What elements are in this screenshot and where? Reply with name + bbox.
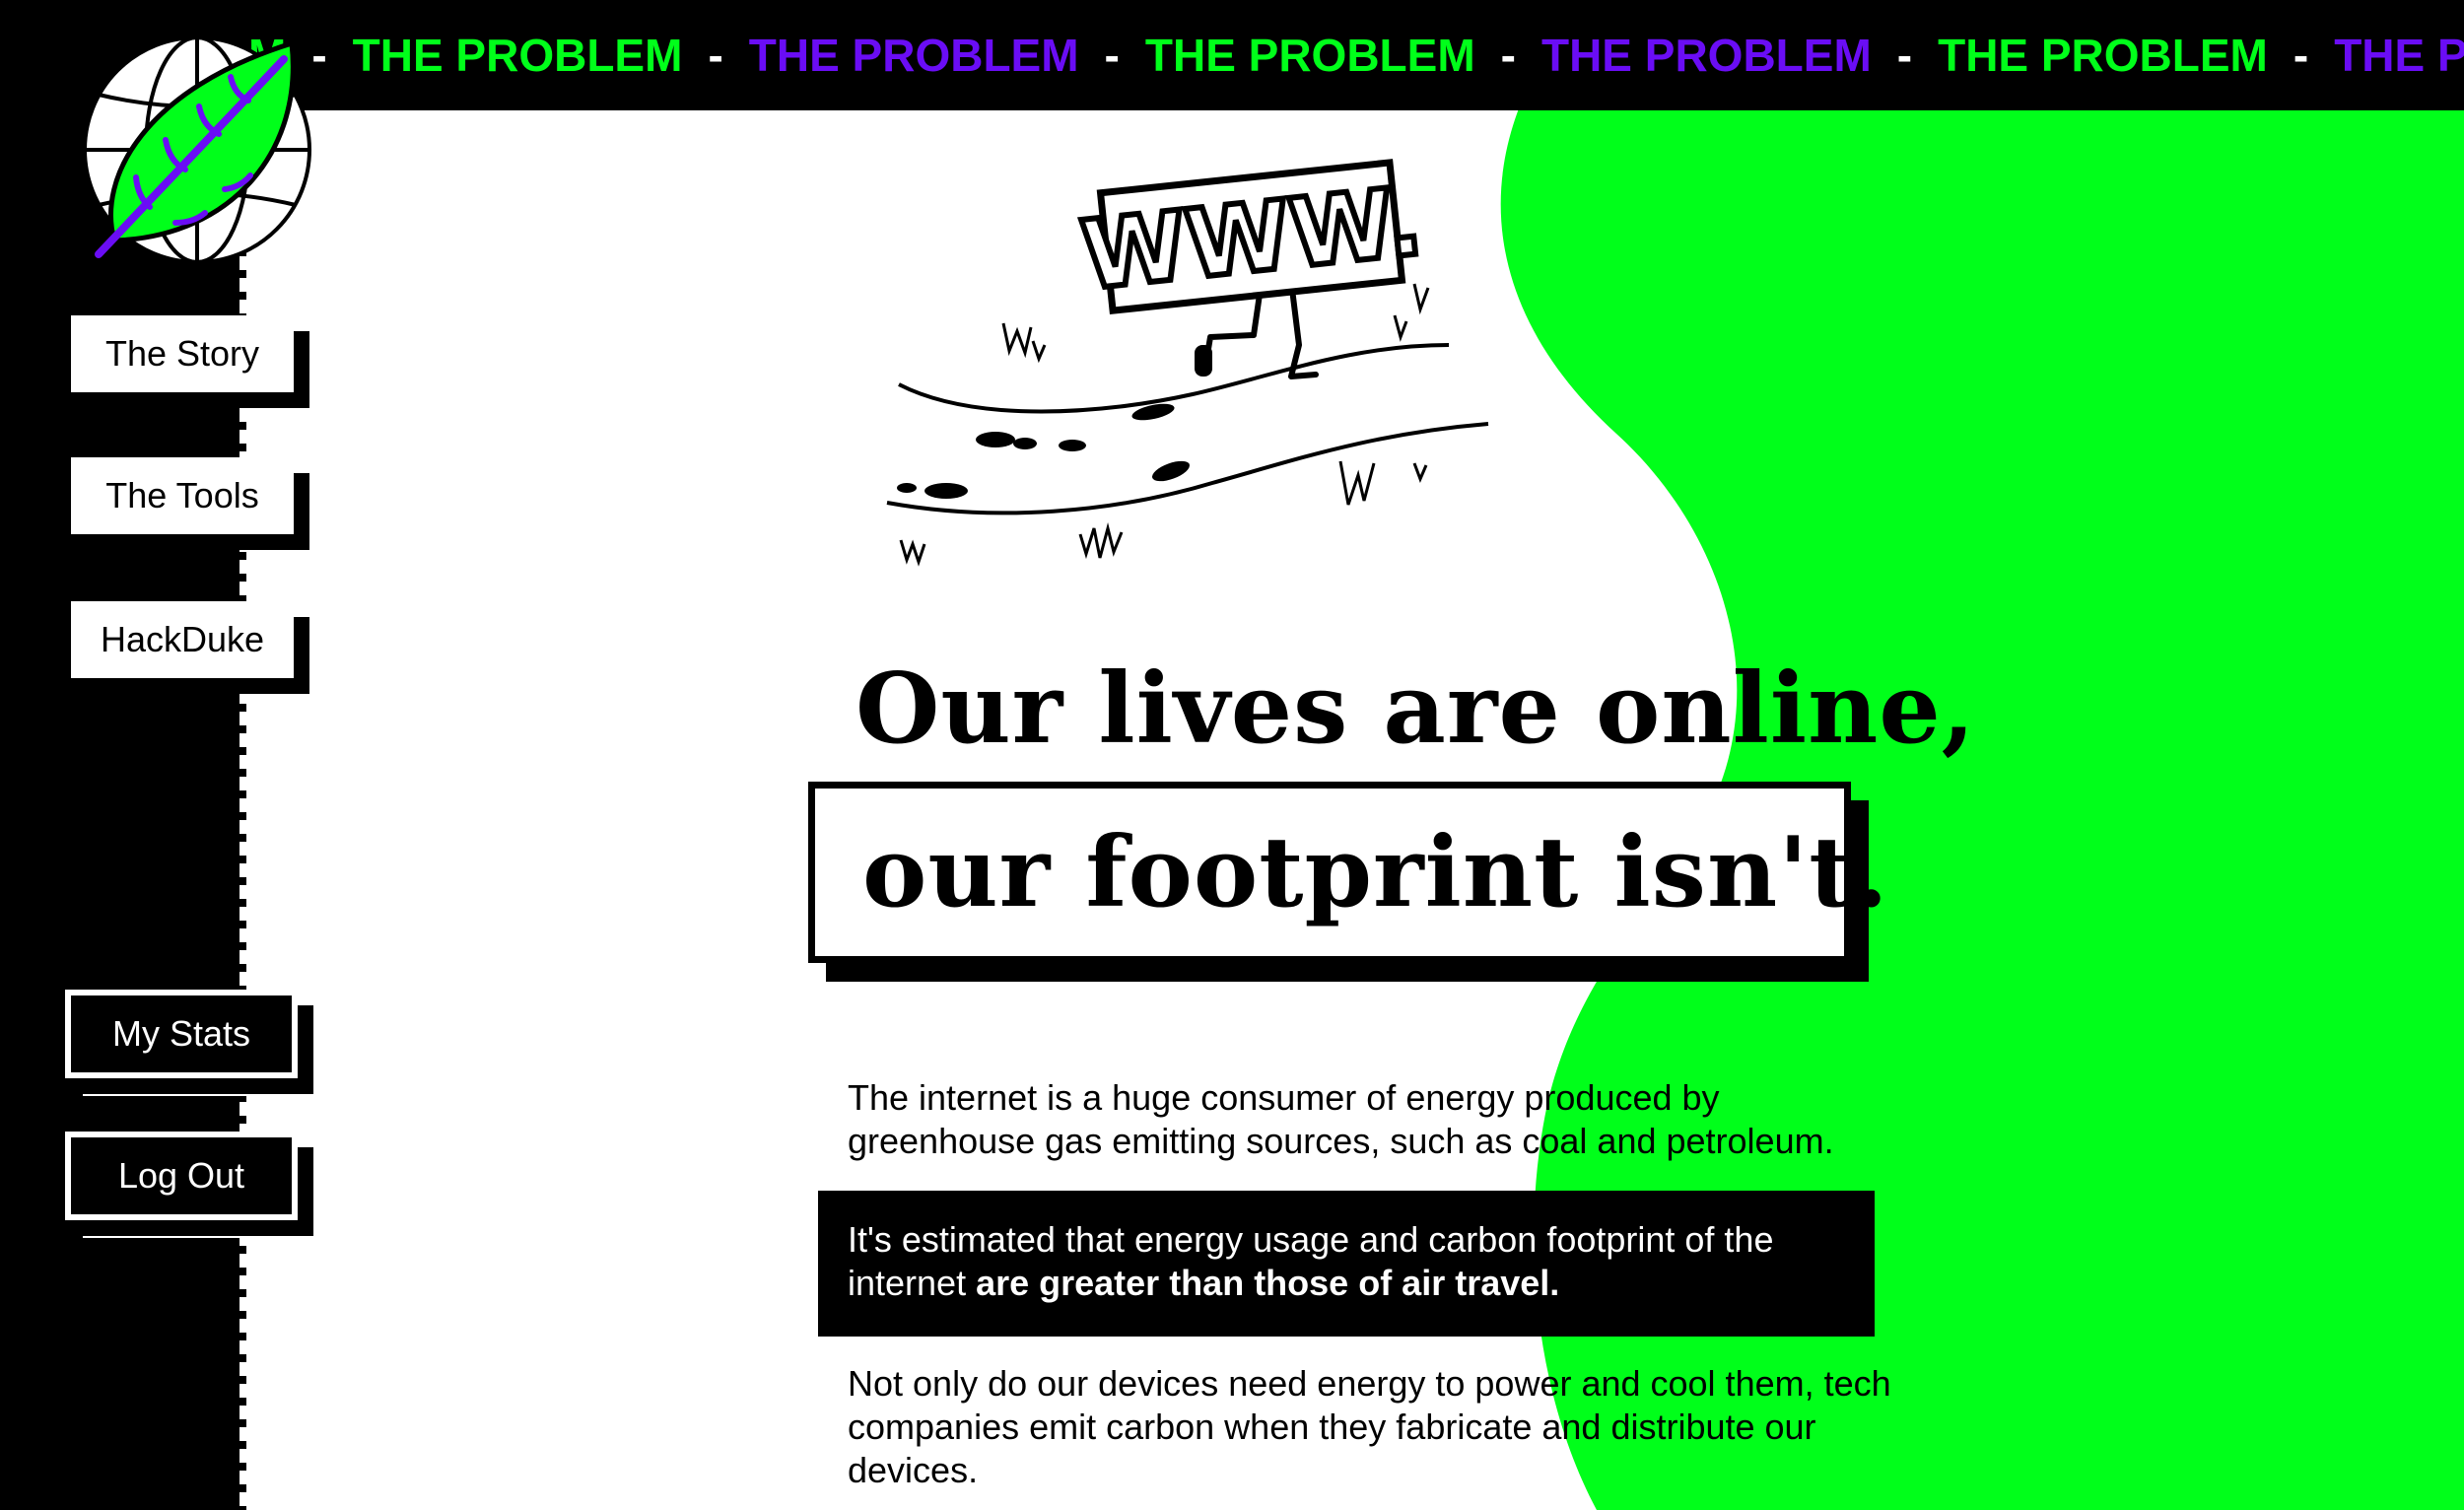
my-stats-label: My Stats: [111, 1013, 251, 1054]
headline-line-1: Our lives are online,: [856, 652, 1976, 766]
sidebar-dashed-divider: [240, 256, 249, 1510]
paragraph-air-travel-bold: are greater than those of air travel.: [976, 1263, 1560, 1303]
marquee-banner: M - THE PROBLEM - THE PROBLEM - THE PROB…: [0, 0, 2464, 110]
marquee-separator: -: [708, 30, 723, 81]
nav-the-tools-button[interactable]: The Tools: [71, 457, 294, 534]
nav-the-tools-label: The Tools: [105, 475, 259, 515]
marquee-separator: -: [1500, 30, 1516, 81]
nav-hackduke-button[interactable]: HackDuke: [71, 601, 294, 678]
paragraph-air-travel-highlight: It's estimated that energy usage and car…: [818, 1191, 1875, 1337]
nav-the-story-label: The Story: [104, 333, 260, 374]
marquee-separator: -: [1104, 30, 1120, 81]
headline-box: our footprint isn't.: [808, 782, 1888, 963]
nav-the-story-button[interactable]: The Story: [71, 315, 294, 392]
marquee-item: THE PROBLEM: [1540, 30, 1872, 81]
marquee-item: THE PROBLE: [2334, 30, 2464, 81]
marquee-item: THE PROBLEM: [748, 30, 1079, 81]
www-sign: WWW.: [1073, 159, 1430, 314]
marquee-item: THE PROBLEM: [1144, 30, 1475, 81]
marquee-item: THE PROBLEM: [352, 30, 683, 81]
www-running-illustration: WWW.: [886, 159, 1489, 567]
log-out-button[interactable]: Log Out: [65, 1132, 298, 1220]
paragraph-devices: Not only do our devices need energy to p…: [848, 1363, 1891, 1490]
marquee-separator: -: [2293, 30, 2309, 81]
marquee-separator: -: [1896, 30, 1913, 81]
nav-hackduke-label: HackDuke: [100, 619, 265, 659]
my-stats-button[interactable]: My Stats: [65, 990, 298, 1078]
page: M - THE PROBLEM - THE PROBLEM - THE PROB…: [0, 0, 2464, 1510]
marquee-item: THE PROBLEM: [1938, 30, 2268, 81]
log-out-label: Log Out: [117, 1155, 245, 1196]
globe-leaf-icon[interactable]: [77, 30, 319, 272]
headline-line-2: our footprint isn't.: [862, 815, 1889, 929]
paragraph-energy: The internet is a huge consumer of energ…: [848, 1077, 1834, 1161]
